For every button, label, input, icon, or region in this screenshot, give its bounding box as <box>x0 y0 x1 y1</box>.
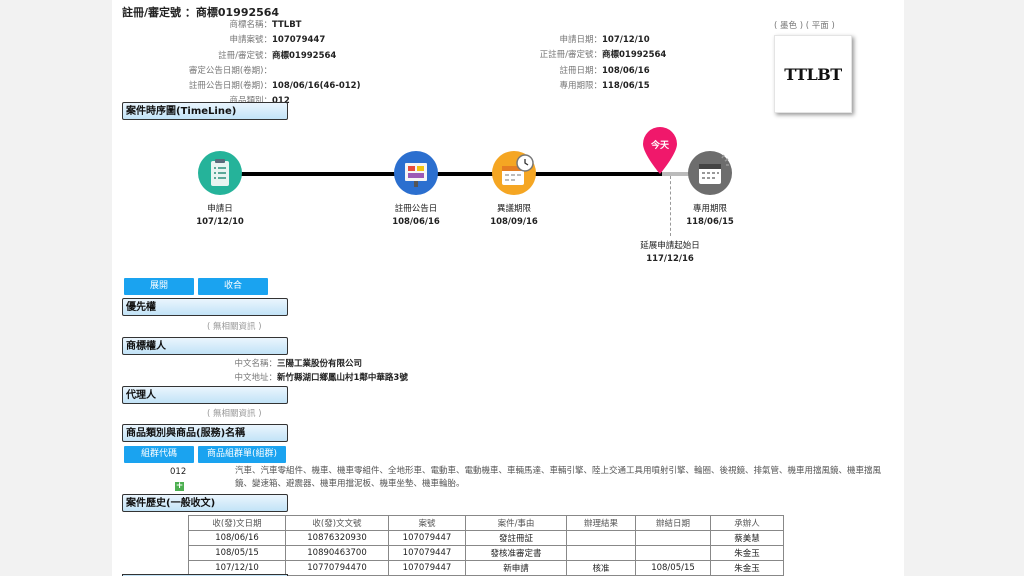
history-table: 收(發)文日期 收(發)文文號 案號 案件/事由 辦理結果 辦結日期 承辦人 1… <box>188 515 784 576</box>
cell: 108/05/15 <box>188 545 286 561</box>
event-label: 延展申請起始日 <box>640 241 700 251</box>
cell <box>566 545 636 561</box>
table-row[interactable]: 108/06/16 10876320930 107079447 發註冊証 蔡美慧 <box>188 530 784 546</box>
info-label: 註冊/審定號： <box>218 50 272 61</box>
col-header: 案號 <box>388 515 466 531</box>
expand-plus-icon[interactable]: + <box>175 482 184 491</box>
event-label: 專用期限 <box>692 204 727 214</box>
cell <box>635 530 711 546</box>
info-label: 註冊日期： <box>559 65 602 76</box>
calendar-clock-icon <box>492 151 536 195</box>
timeline-event-application: 申請日 107/12/10 <box>180 203 260 229</box>
timeline-event-registration: 註冊公告日 108/06/16 <box>376 203 456 229</box>
event-label: 異議期限 <box>496 204 531 214</box>
col-header: 辦理結果 <box>566 515 636 531</box>
formal-registration-number: 商標01992564 <box>602 50 667 61</box>
calendar-icon <box>688 151 732 195</box>
timeline-event-renewal: 延展申請起始日 117/12/16 <box>630 240 710 266</box>
cell: 107079447 <box>388 560 466 576</box>
group-code-button[interactable]: 組群代碼 <box>124 446 194 463</box>
info-label: 專用期限： <box>559 80 602 91</box>
clipboard-icon <box>198 151 242 195</box>
bulletin-board-icon <box>394 151 438 195</box>
cell: 核准 <box>566 560 636 576</box>
cell: 107079447 <box>388 545 466 561</box>
agent-no-data: ( 無相關資訊 ) <box>207 409 262 419</box>
cell: 朱金玉 <box>710 545 784 561</box>
cell: 10770794470 <box>285 560 389 576</box>
owner-address: 新竹縣湖口鄉鳳山村1鄰中華路3號 <box>277 373 408 383</box>
col-header: 案件/事由 <box>465 515 567 531</box>
table-header-row: 收(發)文日期 收(發)文文號 案號 案件/事由 辦理結果 辦結日期 承辦人 <box>188 515 784 531</box>
goods-class-code: 012 <box>170 467 187 477</box>
owner-name-label: 中文名稱： <box>234 359 277 369</box>
priority-no-data: ( 無相關資訊 ) <box>207 322 262 332</box>
cell: 發核准審定書 <box>465 545 567 561</box>
event-date: 108/09/16 <box>490 217 538 227</box>
cell: 107079447 <box>388 530 466 546</box>
section-agent: 代理人 <box>122 386 288 404</box>
col-header: 收(發)文文號 <box>285 515 389 531</box>
event-date: 117/12/16 <box>646 254 694 264</box>
trademark-logo-image[interactable]: TTLBT <box>774 35 852 113</box>
cell <box>635 545 711 561</box>
registration-number: 商標01992564 <box>272 50 337 61</box>
collapse-button[interactable]: 收合 <box>198 278 268 295</box>
event-label: 申請日 <box>207 204 233 214</box>
logo-text: TTLBT <box>784 64 842 84</box>
cell: 10890463700 <box>285 545 389 561</box>
section-timeline: 案件時序圖(TimeLine) <box>122 102 288 120</box>
cell: 108/06/16 <box>188 530 286 546</box>
col-header: 收(發)文日期 <box>188 515 286 531</box>
logo-caption: ( 墨色 ) ( 平面 ) <box>774 21 835 31</box>
cell: 朱金玉 <box>710 560 784 576</box>
application-date: 107/12/10 <box>602 35 650 45</box>
timeline-line <box>222 172 662 176</box>
section-history: 案件歷史(一般收文) <box>122 494 288 512</box>
table-row[interactable]: 108/05/15 10890463700 107079447 發核准審定書 朱… <box>188 545 784 561</box>
registration-date: 108/06/16 <box>602 65 650 76</box>
col-header: 辦結日期 <box>635 515 711 531</box>
event-date: 118/06/15 <box>686 217 734 227</box>
info-label: 申請日期： <box>559 35 602 45</box>
info-label: 正註冊/審定號： <box>539 50 602 61</box>
info-left: 商標名稱： TTLBT 申請案號： 107079447 註冊/審定號： 商標01992… <box>122 18 361 110</box>
info-label: 註冊公告日期(卷期)： <box>188 81 272 92</box>
trademark-detail-page: 註冊/審定號 ：商標01992564 商標名稱： TTLBT 申請案號： 10707… <box>112 0 904 576</box>
cell: 發註冊証 <box>465 530 567 546</box>
cell: 蔡美慧 <box>710 530 784 546</box>
application-number: 107079447 <box>272 35 326 46</box>
owner-name: 三陽工業股份有限公司 <box>277 359 363 369</box>
today-label: 今天 <box>650 141 669 151</box>
info-label: 審定公告日期(卷期)： <box>188 65 272 76</box>
cell <box>566 530 636 546</box>
group-list-button[interactable]: 商品組群單(組群) <box>198 446 286 463</box>
timeline-event-expiry: 專用期限 118/06/15 <box>670 203 750 229</box>
section-owner: 商標權人 <box>122 337 288 355</box>
info-label: 申請案號： <box>229 35 272 46</box>
section-priority: 優先權 <box>122 298 288 316</box>
event-date: 107/12/10 <box>196 217 244 227</box>
col-header: 承辦人 <box>710 515 784 531</box>
expand-button[interactable]: 展開 <box>124 278 194 295</box>
goods-description: 汽車、汽車零組件、機車、機車零組件、全地形車、電動車、電動機車、車輛馬達、車輛引… <box>235 466 882 489</box>
event-label: 註冊公告日 <box>394 204 438 214</box>
section-goods: 商品類別與商品(服務)名稱 <box>122 424 288 442</box>
owner-info: 中文名稱：三陽工業股份有限公司 中文地址：新竹縣湖口鄉鳳山村1鄰中華路3號 <box>197 357 408 385</box>
info-right: 申請日期： 107/12/10 正註冊/審定號： 商標01992564 註冊日期： 1… <box>502 33 667 94</box>
registration-publication-date: 108/06/16(46-012) <box>272 81 361 92</box>
trademark-name: TTLBT <box>272 20 302 30</box>
cell: 108/05/15 <box>635 560 711 576</box>
cell: 新申請 <box>465 560 567 576</box>
cell: 10876320930 <box>285 530 389 546</box>
owner-address-label: 中文地址： <box>234 373 277 383</box>
today-pin-icon <box>640 126 680 176</box>
info-label: 商標名稱： <box>229 20 272 30</box>
event-date: 108/06/16 <box>392 217 440 227</box>
exclusive-period: 118/06/15 <box>602 80 650 91</box>
timeline-event-opposition: 異議期限 108/09/16 <box>474 203 554 229</box>
